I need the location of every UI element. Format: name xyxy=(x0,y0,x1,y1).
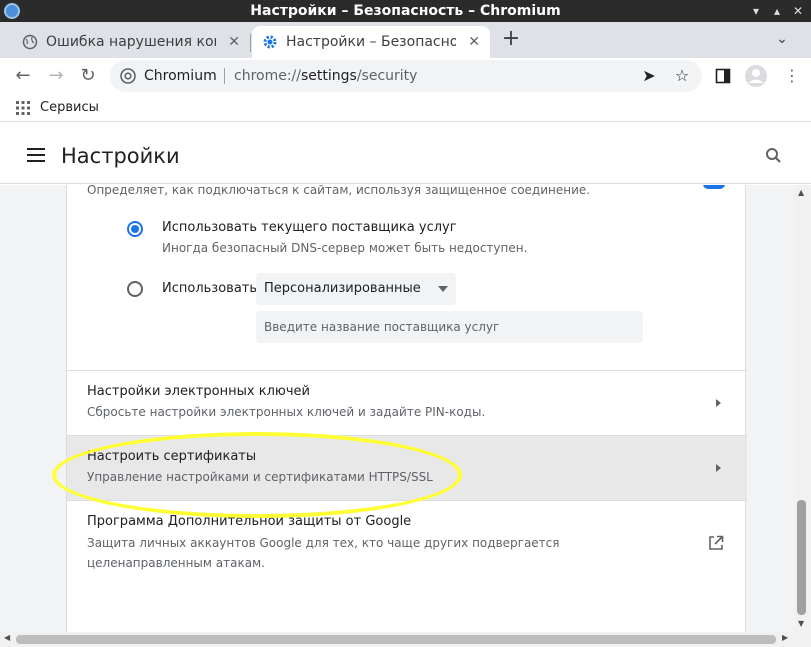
row-security-keys[interactable]: Настройки электронных ключей Сбросьте на… xyxy=(67,371,747,435)
omnibox-url[interactable]: chrome://settings/security xyxy=(234,60,417,92)
secure-dns-toggle[interactable] xyxy=(703,185,725,189)
tab-separator xyxy=(250,34,251,52)
tab-search-chevron-icon[interactable]: ⌄ xyxy=(772,28,792,50)
tab-close-icon[interactable]: ✕ xyxy=(228,26,240,58)
bookmark-apps-label[interactable]: Сервисы xyxy=(40,94,99,122)
search-icon[interactable] xyxy=(764,146,784,166)
radio-custom-provider[interactable] xyxy=(127,281,143,297)
omnibox[interactable]: Chromium chrome://settings/security ➤ ☆ xyxy=(110,60,702,92)
row-subtitle: Защита личных аккаунтов Google для тех, … xyxy=(87,536,560,570)
bookmarks-bar: Сервисы xyxy=(0,94,811,122)
row-advanced-protection[interactable]: Программа Дополнительной защиты от Googl… xyxy=(67,501,747,585)
radio-current-provider-sub: Иногда безопасный DNS-сервер может быть … xyxy=(162,241,528,255)
chromium-icon xyxy=(4,3,20,19)
reload-icon[interactable]: ↻ xyxy=(76,64,100,88)
row-title: Настроить сертификаты xyxy=(87,449,257,464)
close-window-icon[interactable]: ✕ xyxy=(790,3,806,19)
row-subtitle: Сбросьте настройки электронных ключей и … xyxy=(87,405,486,419)
back-icon[interactable]: ← xyxy=(11,64,35,88)
scroll-right-icon[interactable]: ▶ xyxy=(782,633,788,642)
page-title: Настройки xyxy=(61,144,180,168)
scrollbar-thumb[interactable] xyxy=(797,500,806,615)
tab-close-icon[interactable]: ✕ xyxy=(468,26,480,58)
external-link-icon[interactable] xyxy=(707,534,725,552)
omnibox-separator xyxy=(224,68,225,84)
scroll-up-icon[interactable]: ▲ xyxy=(798,188,804,197)
browser-toolbar: ← → ↻ Chromium chrome://settings/securit… xyxy=(0,58,811,94)
maximize-icon[interactable]: ▴ xyxy=(769,3,785,19)
provider-select-value: Персонализированные xyxy=(264,281,421,296)
tab-strip: Ошибка нарушения конфиденциальности ✕ На… xyxy=(0,22,811,58)
reading-list-icon[interactable] xyxy=(715,68,731,84)
gear-icon xyxy=(263,35,277,49)
send-icon[interactable]: ➤ xyxy=(638,65,660,87)
forward-icon[interactable]: → xyxy=(44,64,68,88)
star-icon[interactable]: ☆ xyxy=(671,65,693,87)
chevron-right-icon xyxy=(716,399,721,407)
chromium-logo-icon xyxy=(120,68,136,84)
provider-select[interactable]: Персонализированные xyxy=(256,273,456,305)
window-title: Настройки – Безопасность – Chromium xyxy=(250,3,561,19)
tab-label: Ошибка нарушения конфиденциальности xyxy=(46,34,216,50)
omnibox-site-name: Chromium xyxy=(144,68,217,84)
profile-avatar-icon[interactable] xyxy=(744,64,768,88)
scroll-down-icon[interactable]: ▼ xyxy=(798,619,804,628)
dropdown-arrow-icon xyxy=(438,286,448,292)
settings-header: Настройки xyxy=(0,128,811,184)
scroll-left-icon[interactable]: ◀ xyxy=(4,633,10,642)
provider-name-input[interactable] xyxy=(256,311,643,343)
apps-grid-icon[interactable] xyxy=(16,101,30,115)
window-titlebar: Настройки – Безопасность – Chromium ▾ ▴ … xyxy=(0,0,811,22)
security-card: Определяет, как подключаться к сайтам, и… xyxy=(66,185,747,632)
radio-current-provider-label: Использовать текущего поставщика услуг xyxy=(162,220,457,235)
row-title: Программа Дополнительной защиты от Googl… xyxy=(87,514,412,529)
new-tab-icon[interactable]: + xyxy=(500,28,522,50)
horizontal-scrollbar[interactable]: ◀ ▶ xyxy=(0,632,811,647)
hamburger-menu-icon[interactable] xyxy=(27,148,45,164)
radio-custom-provider-label: Использовать xyxy=(162,281,258,296)
minimize-icon[interactable]: ▾ xyxy=(748,3,764,19)
radio-current-provider[interactable] xyxy=(127,221,143,237)
tab-settings-security[interactable]: Настройки – Безопасность ✕ xyxy=(252,26,490,58)
tab-label: Настройки – Безопасность xyxy=(286,34,456,50)
dns-description: Определяет, как подключаться к сайтам, и… xyxy=(87,185,591,197)
row-subtitle: Управление настройками и сертификатами H… xyxy=(87,470,433,484)
settings-content: Определяет, как подключаться к сайтам, и… xyxy=(0,185,794,632)
row-manage-certificates[interactable]: Настроить сертификаты Управление настрой… xyxy=(67,436,747,500)
row-title: Настройки электронных ключей xyxy=(87,384,310,399)
chevron-right-icon xyxy=(716,464,721,472)
menu-kebab-icon[interactable]: ⋮ xyxy=(780,64,804,88)
scrollbar-thumb[interactable] xyxy=(16,635,776,644)
tab-privacy-error[interactable]: Ошибка нарушения конфиденциальности ✕ xyxy=(12,26,250,58)
globe-icon xyxy=(22,34,38,50)
vertical-scrollbar[interactable]: ▲ ▼ xyxy=(794,185,811,632)
